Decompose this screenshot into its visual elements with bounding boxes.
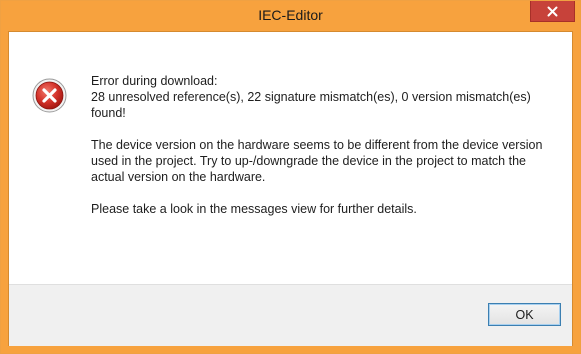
error-summary: Error during download: 28 unresolved ref… bbox=[91, 73, 561, 121]
error-detail: The device version on the hardware seems… bbox=[91, 138, 543, 184]
window-title: IEC-Editor bbox=[258, 7, 323, 23]
dialog-window: IEC-Editor Error during download: 28 unr… bbox=[0, 0, 581, 354]
close-button[interactable] bbox=[530, 1, 575, 22]
title-bar[interactable]: IEC-Editor bbox=[1, 1, 580, 31]
error-message: Error during download: 28 unresolved ref… bbox=[91, 73, 561, 233]
ok-button[interactable]: OK bbox=[488, 303, 561, 326]
error-heading: Error during download: bbox=[91, 74, 218, 88]
button-bar: OK bbox=[9, 284, 572, 346]
dialog-client: Error during download: 28 unresolved ref… bbox=[8, 31, 573, 346]
error-icon bbox=[32, 78, 67, 113]
error-hint: Please take a look in the messages view … bbox=[91, 202, 417, 216]
error-counts: 28 unresolved reference(s), 22 signature… bbox=[91, 90, 531, 120]
close-icon bbox=[547, 6, 558, 16]
message-area: Error during download: 28 unresolved ref… bbox=[9, 32, 572, 284]
